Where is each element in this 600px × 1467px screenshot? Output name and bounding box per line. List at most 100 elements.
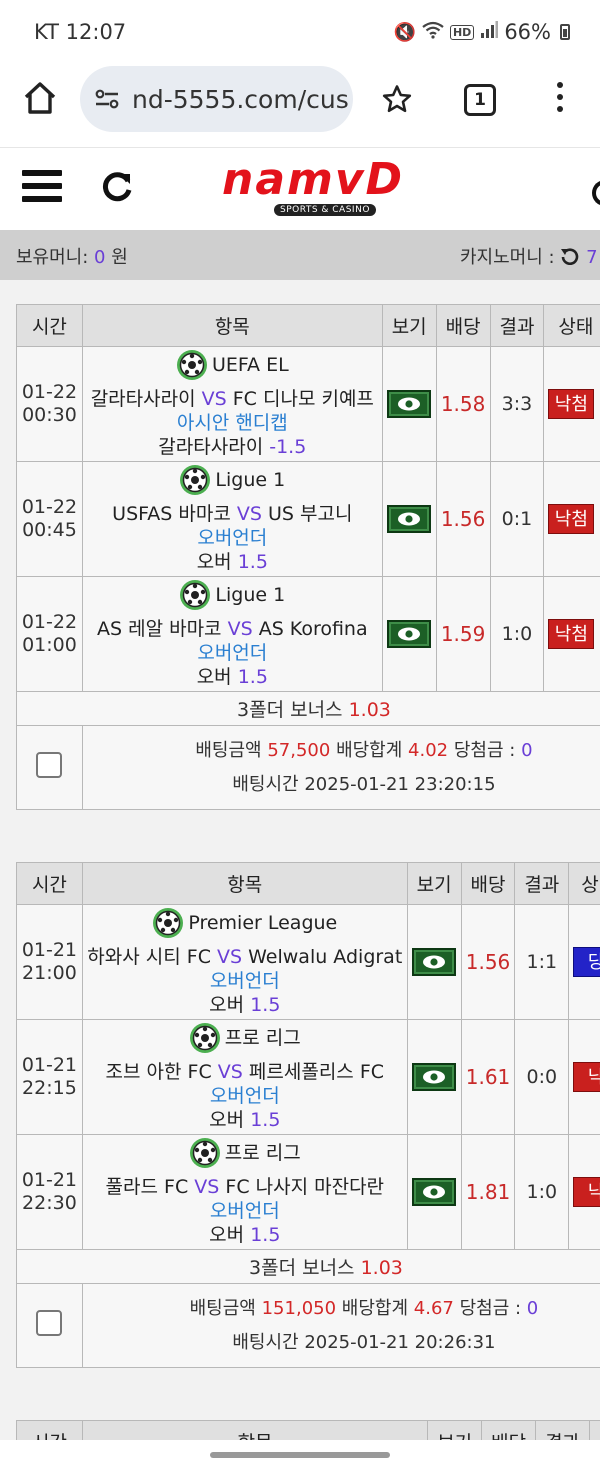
bet-result: 1:0	[514, 1134, 570, 1250]
soccer-ball-icon	[189, 1023, 220, 1053]
status-carrier-time: KT 12:07	[34, 20, 127, 44]
bet-slip: 시간 항목 보기 배당 결과 상 01-21 21:00 Premier Leag…	[16, 862, 600, 1368]
folder-bonus: 3폴더 보너스 1.03	[16, 691, 600, 726]
select-cell	[16, 1283, 83, 1368]
mute-icon: 🔇	[393, 21, 416, 43]
eye-icon	[398, 512, 421, 526]
bet-item: Ligue 1 AS 레알 바마코 VS AS Korofina 오버언더 오버…	[81, 576, 383, 692]
status-bar: KT 12:07 🔇 HD 66%	[0, 0, 600, 64]
bet-view-cell	[381, 576, 437, 692]
eye-icon	[423, 1185, 446, 1199]
casino-money-label: 카지노머니 :	[460, 247, 555, 268]
casino-money-value: 7	[586, 247, 598, 268]
bet-row: 01-22 00:45 Ligue 1 USFAS 바마코 VS US 부고니 오…	[16, 461, 600, 577]
bet-view-cell	[406, 1134, 462, 1250]
league-name: Premier League	[188, 912, 338, 934]
summary-row: 배팅금액 151,050 배당합계 4.67 당첨금 : 0 배팅시간 2025…	[16, 1283, 600, 1368]
col-view: 보기	[427, 1420, 483, 1440]
user-icon[interactable]	[592, 180, 600, 206]
menu-hamburger-icon[interactable]	[22, 170, 62, 206]
bet-time: 01-21 22:15	[16, 1019, 83, 1135]
bet-odds: 1.59	[435, 576, 491, 692]
col-item: 항목	[81, 304, 383, 347]
status-badge: 낙	[573, 1177, 600, 1207]
view-eye-button[interactable]	[387, 505, 432, 533]
bet-item: 프로 리그 조브 아한 FC VS 페르세폴리스 FC 오버언더 오버 1.5	[81, 1019, 408, 1135]
home-gesture-bar[interactable]	[210, 1452, 390, 1458]
bet-result: 3:3	[489, 346, 545, 462]
refresh-button[interactable]	[100, 170, 134, 204]
col-odds: 배당	[481, 1420, 537, 1440]
bet-view-cell	[406, 904, 462, 1020]
soccer-ball-icon	[153, 908, 184, 938]
bet-odds: 1.81	[460, 1134, 516, 1250]
select-checkbox[interactable]	[36, 1310, 63, 1336]
view-eye-button[interactable]	[412, 1063, 457, 1091]
eye-icon	[423, 955, 446, 969]
col-odds: 배당	[460, 862, 516, 905]
status-badge: 당	[573, 947, 600, 977]
col-result: 결과	[535, 1420, 591, 1440]
battery-icon	[560, 24, 570, 40]
bet-time: 01-22 00:45	[16, 461, 83, 577]
view-eye-button[interactable]	[412, 948, 457, 976]
bet-row: 01-21 22:30 프로 리그 풀라드 FC VS FC 나사지 마잔다란 오…	[16, 1134, 600, 1250]
bet-odds: 1.56	[460, 904, 516, 1020]
holding-money-unit: 원	[111, 247, 128, 268]
col-status: 상	[568, 862, 600, 905]
bookmark-button[interactable]	[382, 84, 412, 114]
bet-slip-header: 시간 항목 보기 배당 결과	[16, 1420, 600, 1440]
home-icon	[24, 82, 56, 114]
bonus-row: 3폴더 보너스 1.03	[16, 691, 600, 726]
star-icon	[382, 85, 412, 113]
col-odds: 배당	[435, 304, 491, 347]
folder-bonus: 3폴더 보너스 1.03	[16, 1249, 600, 1284]
holding-money: 보유머니: 0 원	[16, 243, 128, 269]
tab-switcher-button[interactable]: 1	[464, 84, 496, 116]
bet-odds: 1.56	[435, 461, 491, 577]
home-button[interactable]	[22, 80, 58, 120]
view-eye-button[interactable]	[387, 620, 432, 648]
bet-odds: 1.58	[435, 346, 491, 462]
casino-refresh-icon[interactable]	[560, 247, 580, 266]
bet-result: 0:0	[514, 1019, 570, 1135]
bet-slip-header: 시간 항목 보기 배당 결과 상태	[16, 304, 600, 347]
bet-status-cell: 낙첨	[543, 461, 600, 577]
bet-view-cell	[381, 346, 437, 462]
bet-row: 01-21 22:15 프로 리그 조브 아한 FC VS 페르세폴리스 FC 오…	[16, 1019, 600, 1135]
eye-icon	[398, 397, 421, 411]
col-status: 상태	[543, 304, 600, 347]
col-view: 보기	[406, 862, 462, 905]
bet-slip: 시간 항목 보기 배당 결과 상태 01-22 00:30 UEFA EL 갈라타…	[16, 304, 600, 810]
signal-icon	[480, 20, 499, 44]
select-checkbox[interactable]	[36, 752, 63, 778]
soccer-ball-icon	[176, 350, 207, 380]
holding-money-value: 0	[94, 247, 106, 268]
logo-subtitle: SPORTS & CASINO	[274, 204, 376, 216]
bonus-row: 3폴더 보너스 1.03	[16, 1249, 600, 1284]
eye-icon	[398, 627, 421, 641]
status-badge: 낙첨	[548, 504, 595, 534]
bet-row: 01-21 21:00 Premier League 하와사 시티 FC VS W…	[16, 904, 600, 1020]
url-bar[interactable]: nd-5555.com/cus	[80, 66, 353, 132]
col-result: 결과	[489, 304, 545, 347]
system-nav-bar	[0, 1440, 600, 1467]
bet-slip: 시간 항목 보기 배당 결과	[16, 1420, 600, 1440]
site-logo[interactable]: namvD SPORTS & CASINO	[222, 158, 434, 220]
bet-status-cell: 낙첨	[543, 346, 600, 462]
soccer-ball-icon	[189, 1138, 220, 1168]
bet-view-cell	[406, 1019, 462, 1135]
bet-time: 01-21 21:00	[16, 904, 83, 1020]
hd-icon: HD	[449, 24, 475, 40]
money-bar: 보유머니: 0 원 카지노머니 : 7	[0, 230, 600, 280]
browser-menu-button[interactable]	[555, 82, 565, 118]
col-time: 시간	[16, 862, 83, 905]
col-status	[589, 1420, 600, 1440]
casino-money: 카지노머니 : 7	[460, 243, 598, 269]
view-eye-button[interactable]	[412, 1178, 457, 1206]
site-header: namvD SPORTS & CASINO	[0, 148, 600, 230]
bet-row: 01-22 00:30 UEFA EL 갈라타사라이 VS FC 디나모 키예프 …	[16, 346, 600, 462]
league-name: Ligue 1	[215, 584, 286, 606]
view-eye-button[interactable]	[387, 390, 432, 418]
bet-item: Ligue 1 USFAS 바마코 VS US 부고니 오버언더 오버 1.5	[81, 461, 383, 577]
